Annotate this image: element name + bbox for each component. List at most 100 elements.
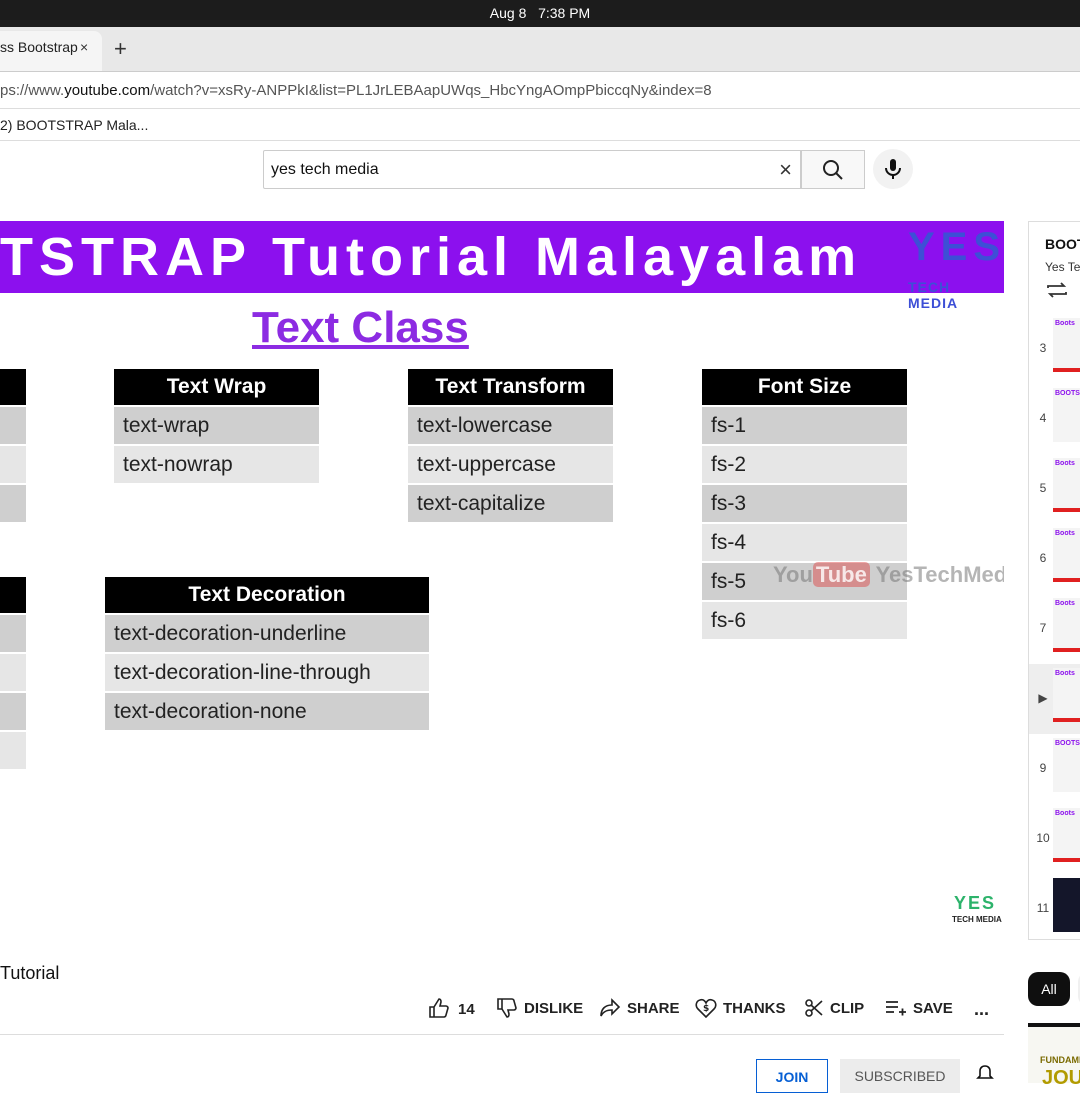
voice-search-button[interactable] bbox=[873, 149, 913, 189]
playlist-item[interactable]: 4 BOOTS bbox=[1029, 384, 1080, 454]
recommendation-thumbnail[interactable]: FUNDAME JOU bbox=[1028, 1023, 1080, 1089]
play-icon: ▶ bbox=[1038, 691, 1048, 705]
clip-label: CLIP bbox=[830, 1000, 865, 1017]
thumbnail-label: Boots bbox=[1055, 460, 1075, 467]
thanks-label: THANKS bbox=[723, 1000, 786, 1017]
playlist-item-current[interactable]: ▶ Boots bbox=[1029, 664, 1080, 734]
playlist-title[interactable]: BOOT bbox=[1045, 236, 1080, 252]
chip-all[interactable]: All bbox=[1028, 972, 1070, 1006]
close-icon[interactable]: × bbox=[779, 157, 792, 183]
system-date: Aug 8 bbox=[489, 5, 527, 21]
url-text[interactable]: ps://www.youtube.com/watch?v=xsRy-ANPPkI… bbox=[0, 82, 712, 99]
table-cell: text-uppercase bbox=[408, 446, 613, 483]
playlist-add-icon bbox=[886, 1001, 906, 1016]
search-icon bbox=[823, 160, 843, 180]
table-cell: text-lowercase bbox=[408, 407, 613, 444]
table-header: Text Transform bbox=[408, 369, 613, 405]
table-cell: text-decoration-line-through bbox=[105, 654, 429, 691]
table-header: Font Size bbox=[702, 369, 907, 405]
more-options-button[interactable]: ... bbox=[974, 998, 989, 1020]
table-text-transform: Text Transform text-lowercase text-upper… bbox=[408, 369, 613, 522]
table-font-size: Font Size fs-1 fs-2 fs-3 fs-4 fs-5 fs-6 bbox=[702, 369, 907, 639]
watermark-tube: Tube bbox=[812, 562, 870, 587]
thumbs-up-icon bbox=[429, 998, 449, 1018]
thumbnail-label: Boots bbox=[1055, 670, 1075, 677]
loop-icon[interactable] bbox=[1045, 280, 1069, 306]
like-button[interactable]: 14 bbox=[428, 998, 475, 1021]
playlist-index: 3 bbox=[1039, 341, 1047, 355]
playlist-item[interactable]: 11 bbox=[1029, 874, 1080, 939]
close-icon[interactable]: × bbox=[80, 31, 88, 63]
table-text-decoration: Text Decoration text-decoration-underlin… bbox=[105, 577, 429, 730]
table-header: Text Wrap bbox=[114, 369, 319, 405]
banner-title: TSTRAP Tutorial Malayalam bbox=[0, 227, 863, 287]
divider bbox=[0, 1034, 1004, 1035]
playlist-thumbnail: Boots bbox=[1053, 528, 1080, 582]
new-tab-button[interactable]: + bbox=[114, 35, 127, 63]
playlist-item[interactable]: 10 Boots bbox=[1029, 804, 1080, 874]
bell-icon[interactable] bbox=[976, 1064, 994, 1087]
playlist-index: 7 bbox=[1039, 621, 1047, 635]
watermark-you: You bbox=[773, 562, 813, 587]
playlist-index: 6 bbox=[1039, 551, 1047, 565]
corner-logo-yes: YES bbox=[954, 893, 997, 913]
playlist-item[interactable]: 7 Boots bbox=[1029, 594, 1080, 664]
search-value: yes tech media bbox=[271, 161, 379, 178]
playlist-channel[interactable]: Yes Te bbox=[1045, 260, 1080, 274]
svg-text:$: $ bbox=[703, 1004, 709, 1014]
playlist-index: 9 bbox=[1039, 761, 1047, 775]
dislike-button[interactable]: DISLIKE bbox=[496, 998, 583, 1020]
playlist-panel: BOOT Yes Te 3Boots 4BOOTS 5Boots 6Boots … bbox=[1028, 221, 1080, 940]
playlist-thumbnail: Boots bbox=[1053, 318, 1080, 372]
table-cell: text-decoration-underline bbox=[105, 615, 429, 652]
logo-tech: TECH MEDIA bbox=[908, 279, 959, 311]
playlist-index: 4 bbox=[1039, 411, 1047, 425]
thumbnail-label: Boots bbox=[1055, 320, 1075, 327]
save-button[interactable]: SAVE bbox=[885, 998, 953, 1020]
thanks-button[interactable]: $ THANKS bbox=[695, 998, 786, 1020]
search-button[interactable] bbox=[801, 150, 865, 189]
clipped-table-top bbox=[0, 369, 26, 522]
playlist-item[interactable]: 3 Boots bbox=[1029, 314, 1080, 384]
system-time: 7:38 PM bbox=[538, 5, 591, 21]
join-button[interactable]: JOIN bbox=[756, 1059, 828, 1093]
address-bar[interactable]: ps://www.youtube.com/watch?v=xsRy-ANPPkI… bbox=[0, 71, 1080, 109]
video-player[interactable]: TSTRAP Tutorial Malayalam YES TECH MEDIA… bbox=[0, 221, 1004, 940]
clip-button[interactable]: CLIP bbox=[804, 998, 864, 1020]
recommendation-line2: JOU bbox=[1042, 1067, 1080, 1089]
subscribed-button[interactable]: SUBSCRIBED bbox=[840, 1059, 960, 1093]
playlist-item[interactable]: 9 BOOTS bbox=[1029, 734, 1080, 804]
bookmark-item[interactable]: 2) BOOTSTRAP Mala... bbox=[0, 117, 148, 133]
playlist-thumbnail bbox=[1053, 878, 1080, 932]
dislike-label: DISLIKE bbox=[524, 1000, 584, 1017]
browser-tab[interactable]: ss Bootstrap × bbox=[0, 31, 102, 71]
playlist-thumbnail: Boots bbox=[1053, 458, 1080, 512]
playlist-thumbnail: Boots bbox=[1053, 668, 1080, 722]
watermark-channel: YesTechMedia bbox=[875, 562, 1004, 587]
bookmarks-bar: 2) BOOTSTRAP Mala... bbox=[0, 109, 1080, 141]
table-header: Text Decoration bbox=[105, 577, 429, 613]
share-icon bbox=[600, 998, 621, 1017]
search-input[interactable]: yes tech media × bbox=[263, 150, 801, 189]
share-label: SHARE bbox=[627, 1000, 680, 1017]
playlist-item[interactable]: 5 Boots bbox=[1029, 454, 1080, 524]
corner-logo-tech: TECH MEDIA bbox=[952, 915, 1002, 924]
video-title: Tutorial bbox=[0, 963, 60, 983]
thumbs-down-icon bbox=[497, 998, 517, 1018]
playlist-index: 10 bbox=[1036, 831, 1050, 845]
table-text-wrap: Text Wrap text-wrap text-nowrap bbox=[114, 369, 319, 483]
share-button[interactable]: SHARE bbox=[599, 998, 680, 1020]
like-count: 14 bbox=[458, 1001, 475, 1018]
youtube-watermark: YouTube YesTechMedia bbox=[773, 562, 1004, 588]
table-cell: fs-3 bbox=[702, 485, 907, 522]
recommendation-line1: FUNDAME bbox=[1040, 1055, 1080, 1065]
table-cell: fs-4 bbox=[702, 524, 907, 561]
tab-title: ss Bootstrap bbox=[0, 39, 78, 55]
thumbnail-label: BOOTS bbox=[1055, 740, 1080, 747]
playlist-thumbnail: Boots bbox=[1053, 808, 1080, 862]
thumbnail-label: Boots bbox=[1055, 810, 1075, 817]
playlist-item[interactable]: 6 Boots bbox=[1029, 524, 1080, 594]
thumbnail-label: Boots bbox=[1055, 600, 1075, 607]
playlist-thumbnail: BOOTS bbox=[1053, 388, 1080, 442]
table-cell: text-decoration-none bbox=[105, 693, 429, 730]
